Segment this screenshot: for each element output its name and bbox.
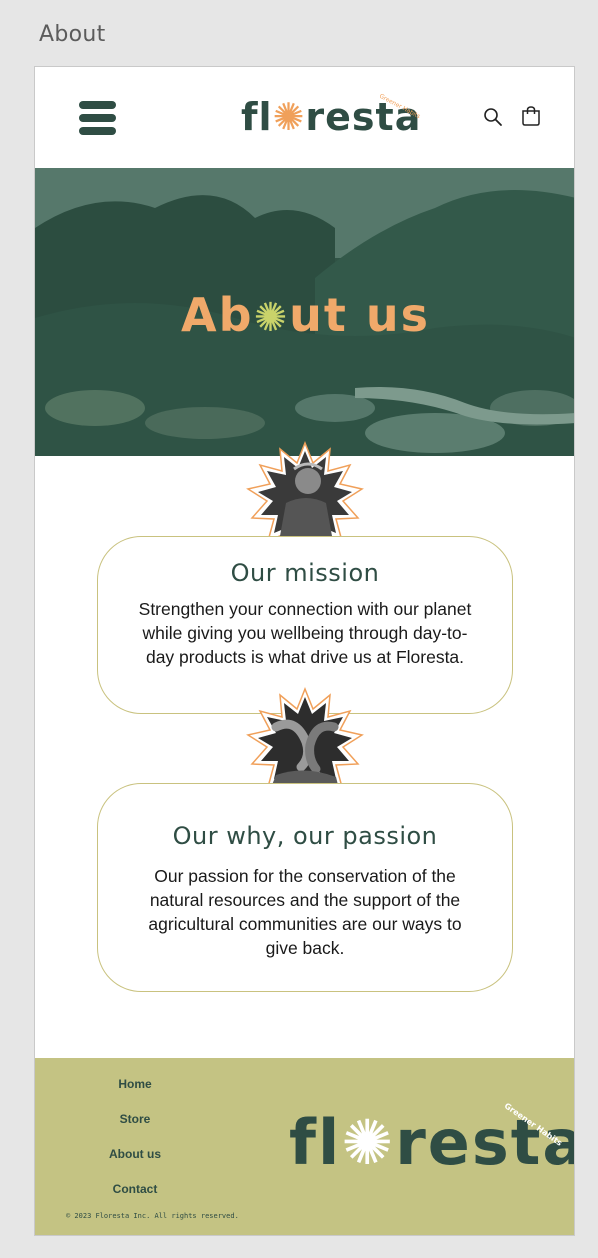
footer-logo-wordmark: fl✺resta [289, 1106, 575, 1179]
copyright-text: © 2023 Floresta Inc. All rights reserved… [66, 1212, 239, 1220]
footer-link-home[interactable]: Home [60, 1077, 210, 1091]
search-icon[interactable] [483, 107, 503, 127]
mission-title: Our mission [230, 559, 380, 587]
footer-brand-logo[interactable]: fl✺resta Greener Habits [289, 1101, 574, 1179]
brand-logo[interactable]: fl✺resta Greener Habits [241, 93, 421, 145]
frame-title: About [39, 22, 106, 47]
why-card: Our why, our passion Our passion for the… [97, 783, 513, 992]
why-text: Our passion for the conservation of the … [148, 866, 462, 958]
footer-link-store[interactable]: Store [60, 1112, 210, 1126]
why-title: Our why, our passion [172, 822, 438, 850]
shopping-bag-icon[interactable] [521, 105, 541, 127]
mobile-page: fl✺resta Greener Habits Ab✺ut us Our mis… [34, 66, 575, 1236]
hero-title: Ab✺ut us [181, 288, 430, 342]
footer-link-contact[interactable]: Contact [60, 1182, 210, 1196]
site-header: fl✺resta Greener Habits [35, 67, 574, 168]
footer-link-about[interactable]: About us [60, 1147, 210, 1161]
site-footer: Home Store About us Contact © 2023 Flore… [35, 1058, 574, 1235]
hamburger-menu-icon[interactable] [79, 101, 116, 135]
hero-banner: Ab✺ut us [35, 168, 574, 456]
mission-text: Strengthen your connection with our plan… [138, 599, 472, 667]
